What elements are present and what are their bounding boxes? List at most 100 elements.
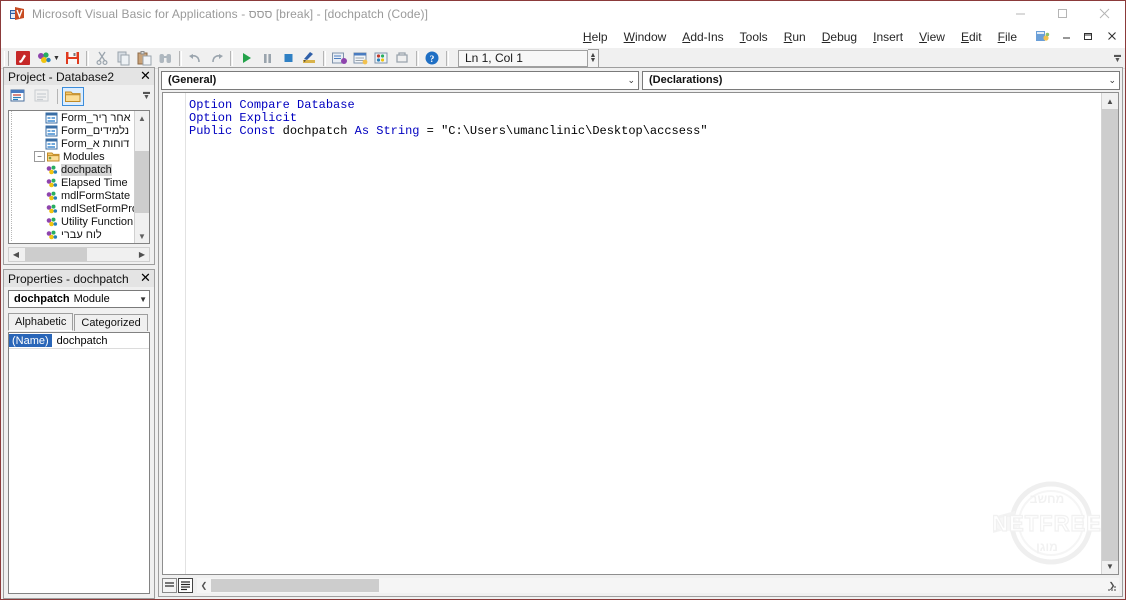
project-tree-horizontal-scrollbar[interactable]: ◀ ▶ [8, 247, 150, 262]
object-combo[interactable]: (General) ⌄ [161, 70, 639, 90]
view-object-button[interactable] [31, 87, 53, 106]
procedure-view-button[interactable] [162, 578, 177, 593]
menu-item-add-ins[interactable]: Add-Ins [674, 28, 731, 46]
tree-item[interactable]: Elapsed Time [9, 176, 135, 189]
properties-row[interactable]: (Name) dochpatch [9, 333, 149, 349]
tree-item-label: Form_אחר ךיר [61, 111, 131, 124]
tree-item-label: לוח עברי [61, 228, 102, 241]
menu-item-debug[interactable]: Debug [814, 28, 865, 46]
menu-item-tools[interactable]: Tools [732, 28, 776, 46]
properties-object-select[interactable]: dochpatch Module ▼ [8, 290, 150, 308]
tree-item[interactable]: mdlFormState [9, 189, 135, 202]
cursor-position-label: Ln 1, Col 1 [457, 49, 588, 67]
property-value[interactable]: dochpatch [52, 335, 108, 347]
view-access-button[interactable] [13, 49, 34, 68]
view-code-button[interactable] [7, 87, 29, 106]
chevron-right-icon[interactable]: ▶ [135, 248, 149, 261]
cut-button[interactable] [92, 49, 113, 68]
minimize-button[interactable] [999, 1, 1041, 26]
full-module-view-button[interactable] [178, 578, 193, 593]
tree-item[interactable]: dochpatch [9, 163, 135, 176]
chevron-up-icon[interactable]: ▲ [135, 111, 149, 125]
tree-item[interactable]: Form_אחר ךיר [9, 111, 135, 124]
menu-item-run[interactable]: Run [776, 28, 814, 46]
toolbar-grip[interactable] [4, 50, 9, 66]
menu-item-edit[interactable]: Edit [953, 28, 990, 46]
close-button[interactable] [1083, 1, 1125, 26]
project-tree[interactable]: Form_אחר ךיר Form_נלמידים Form_דוחות א − Mod… [9, 111, 135, 243]
design-mode-button[interactable] [299, 49, 320, 68]
copy-button[interactable] [113, 49, 134, 68]
maximize-button[interactable] [1041, 1, 1083, 26]
mdi-close-button[interactable] [1103, 30, 1121, 44]
chevron-up-icon[interactable]: ▲ [1102, 93, 1118, 109]
tree-indent [11, 189, 45, 202]
chevron-down-icon[interactable]: ▼ [135, 229, 149, 243]
code-line[interactable]: Public Const dochpatch As String = "C:\U… [189, 125, 1100, 138]
find-button[interactable] [155, 49, 176, 68]
project-explorer-button[interactable] [329, 49, 350, 68]
tab-alphabetic[interactable]: Alphabetic [8, 313, 74, 331]
code-margin-indicator-bar[interactable] [163, 93, 186, 574]
menu-item-help[interactable]: Help [575, 28, 616, 46]
chevron-down-icon[interactable]: ⌄ [1108, 75, 1116, 86]
break-button[interactable] [257, 49, 278, 68]
project-tree-vertical-scrollbar[interactable]: ▲ ▼ [134, 111, 149, 243]
menu-item-file[interactable]: File [990, 28, 1025, 46]
run-button[interactable] [236, 49, 257, 68]
paste-button[interactable] [134, 49, 155, 68]
mdi-minimize-button[interactable] [1058, 30, 1076, 44]
scroll-thumb[interactable] [135, 151, 149, 213]
object-browser-button[interactable] [371, 49, 392, 68]
menu-item-view[interactable]: View [911, 28, 953, 46]
toolbar-overflow-icon[interactable]: ▬ ▼ [1112, 50, 1123, 66]
code-bottom-bar: ❮ ❯ [162, 577, 1119, 594]
property-key: (Name) [9, 334, 52, 347]
scroll-thumb[interactable] [1102, 109, 1118, 561]
reset-button[interactable] [278, 49, 299, 68]
project-toolbar-overflow-icon[interactable]: ▬ ▼ [141, 87, 152, 103]
code-vertical-scrollbar[interactable]: ▲ ▼ [1101, 93, 1118, 574]
tree-item[interactable]: Form_דוחות א [9, 137, 135, 150]
save-button[interactable] [62, 49, 83, 68]
code-editor[interactable]: Option Compare Database Option Explicit Pu… [162, 92, 1119, 575]
resize-grip-icon[interactable] [1106, 581, 1118, 593]
mdi-restore-button[interactable] [1080, 30, 1099, 44]
code-horizontal-scrollbar[interactable]: ❮ ❯ [197, 578, 1119, 593]
menu-bar: Help Window Add-Ins Tools Run Debug Inse… [1, 26, 1125, 48]
properties-window-button[interactable] [350, 49, 371, 68]
toggle-folders-button[interactable] [62, 86, 84, 106]
chevron-left-icon[interactable]: ◀ [9, 248, 23, 261]
help-button[interactable]: ? [422, 49, 443, 68]
chevron-down-icon[interactable]: ▼ [1102, 558, 1118, 574]
undo-button[interactable] [185, 49, 206, 68]
tree-item[interactable]: − Modules [9, 150, 135, 163]
insert-module-button[interactable] [34, 49, 55, 68]
tree-item[interactable]: mdlSetFormPro [9, 202, 135, 215]
mdi-document-icon [1031, 29, 1054, 46]
tree-item[interactable]: לוח עברי [9, 228, 135, 241]
toolbox-button[interactable] [392, 49, 413, 68]
close-icon[interactable]: ✕ [138, 271, 153, 286]
tree-item[interactable]: Form_נלמידים [9, 124, 135, 137]
code-line[interactable]: Option Compare Database [189, 99, 1100, 112]
code-text[interactable]: Option Compare Database Option Explicit Pu… [189, 99, 1100, 138]
form-icon [45, 112, 58, 124]
scroll-thumb[interactable] [25, 248, 87, 261]
menu-item-insert[interactable]: Insert [865, 28, 911, 46]
menu-item-window[interactable]: Window [616, 28, 675, 46]
close-icon[interactable]: ✕ [138, 69, 153, 84]
chevron-down-icon[interactable]: ▼ [139, 295, 147, 304]
scroll-thumb[interactable] [211, 579, 379, 592]
chevron-down-icon[interactable]: ⌄ [627, 75, 635, 86]
properties-panel-title: Properties - dochpatch [8, 271, 129, 286]
form-icon [45, 125, 58, 137]
tab-categorized[interactable]: Categorized [74, 314, 148, 331]
redo-button[interactable] [206, 49, 227, 68]
tree-expander-minus[interactable]: − [34, 151, 45, 162]
properties-object-type: Module [73, 293, 110, 305]
tree-item[interactable]: Utility Function [9, 215, 135, 228]
procedure-combo[interactable]: (Declarations) ⌄ [642, 70, 1120, 90]
chevron-left-icon[interactable]: ❮ [197, 579, 211, 592]
properties-panel-header: Properties - dochpatch ✕ [4, 270, 154, 287]
